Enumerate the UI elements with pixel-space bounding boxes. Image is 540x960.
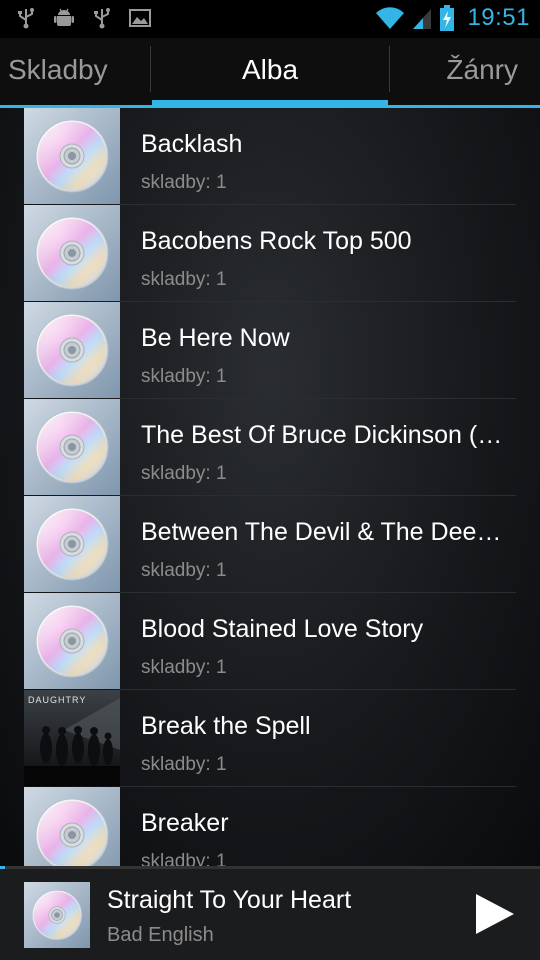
signal-icon (413, 9, 432, 29)
album-track-count: skladby: 1 (141, 754, 227, 775)
album-title: The Best Of Bruce Dickinson (… (141, 421, 503, 449)
tab-divider (150, 46, 151, 92)
battery-charging-icon (440, 5, 455, 31)
tab-bar: Skladby Alba Žánry (0, 38, 540, 108)
play-icon[interactable] (474, 892, 516, 936)
list-item[interactable]: Blood Stained Love Story skladby: 1 (24, 593, 516, 690)
album-title: Breaker (141, 809, 229, 837)
album-title: Backlash (141, 130, 243, 158)
usb-icon (94, 8, 110, 29)
image-icon (129, 9, 151, 27)
album-track-count: skladby: 1 (141, 851, 227, 866)
tab-zanry[interactable]: Žánry (446, 38, 518, 104)
album-title: Be Here Now (141, 324, 290, 352)
album-track-count: skladby: 1 (141, 463, 227, 484)
now-playing-artist: Bad English (107, 924, 214, 946)
cd-icon (24, 302, 120, 398)
cd-icon (24, 496, 120, 592)
album-track-count: skladby: 1 (141, 366, 227, 387)
cd-icon (24, 787, 120, 866)
usb-icon (18, 8, 34, 29)
list-item[interactable]: Between The Devil & The Dee… skladby: 1 (24, 496, 516, 593)
list-item[interactable]: Backlash skladby: 1 (24, 108, 516, 205)
list-item[interactable]: Bacobens Rock Top 500 skladby: 1 (24, 205, 516, 302)
status-bar: 19:51 (0, 0, 540, 38)
list-item[interactable]: The Best Of Bruce Dickinson (… skladby: … (24, 399, 516, 496)
album-cover-text: DAUGHTRY (28, 695, 86, 705)
tab-alba[interactable]: Alba (152, 38, 388, 104)
album-track-count: skladby: 1 (141, 657, 227, 678)
cd-icon (24, 882, 90, 948)
album-cover-art: DAUGHTRY (24, 690, 120, 786)
tab-selected-indicator (152, 100, 388, 108)
list-item[interactable]: Be Here Now skladby: 1 (24, 302, 516, 399)
cd-icon (24, 108, 120, 204)
playback-progress-fill (0, 866, 6, 869)
album-track-count: skladby: 1 (141, 269, 227, 290)
tab-divider (389, 46, 390, 92)
list-item[interactable]: Breaker skladby: 1 (24, 787, 516, 866)
playback-progress (0, 866, 540, 869)
list-item[interactable]: DAUGHTRY Break the Spell skladby: 1 (24, 690, 516, 787)
album-title: Between The Devil & The Dee… (141, 518, 502, 546)
cd-icon (24, 205, 120, 301)
now-playing-bar[interactable]: Straight To Your Heart Bad English (0, 866, 540, 960)
now-playing-title: Straight To Your Heart (107, 886, 352, 914)
notification-icons (14, 6, 152, 30)
cd-icon (24, 593, 120, 689)
album-track-count: skladby: 1 (141, 172, 227, 193)
wifi-icon (376, 7, 405, 29)
tab-skladby[interactable]: Skladby (8, 38, 108, 104)
cd-icon (24, 399, 120, 495)
album-list[interactable]: Backlash skladby: 1 Bacobens Rock Top 50… (0, 108, 540, 866)
album-title: Bacobens Rock Top 500 (141, 227, 412, 255)
album-title: Break the Spell (141, 712, 311, 740)
system-icons: 19:51 (375, 4, 530, 32)
album-track-count: skladby: 1 (141, 560, 227, 581)
clock: 19:51 (467, 4, 530, 31)
android-debug-icon (54, 8, 74, 26)
album-title: Blood Stained Love Story (141, 615, 424, 643)
